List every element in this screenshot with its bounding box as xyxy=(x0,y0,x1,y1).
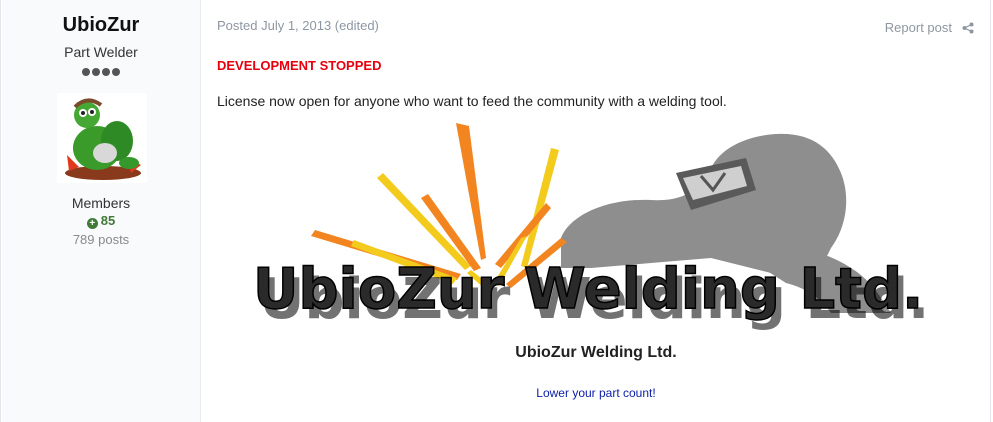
rank-pip xyxy=(92,68,100,76)
author-title: Part Welder xyxy=(64,44,138,60)
post-body: License now open for anyone who want to … xyxy=(217,93,727,109)
author-name[interactable]: UbioZur xyxy=(2,14,200,37)
plus-circle-icon: + xyxy=(86,218,98,229)
reputation-value: 85 xyxy=(100,213,116,228)
caption-link[interactable]: Lower your part count! xyxy=(1,386,993,400)
report-post-link[interactable]: Report post xyxy=(885,20,952,35)
avatar[interactable] xyxy=(57,93,147,183)
author-post-count: 789 posts xyxy=(72,232,130,247)
post-date: Posted July 1, 2013 (edited) xyxy=(217,18,379,33)
post-headline: DEVELOPMENT STOPPED xyxy=(217,58,382,73)
welding-banner-image: UbioZur Welding Ltd. UbioZur Welding Ltd… xyxy=(252,123,929,332)
banner-text: UbioZur Welding Ltd. xyxy=(253,257,923,322)
avatar-image xyxy=(57,93,147,183)
rank-pips xyxy=(82,68,120,76)
rank-pip xyxy=(82,68,90,76)
rank-pip xyxy=(102,68,110,76)
share-icon[interactable] xyxy=(962,22,974,34)
author-reputation[interactable]: +85 xyxy=(2,213,200,229)
caption-title: UbioZur Welding Ltd. xyxy=(515,344,677,361)
forum-post: UbioZur Part Welder Members + 85 789 pos… xyxy=(0,0,991,422)
rank-pip xyxy=(112,68,120,76)
author-group: Members xyxy=(71,195,131,211)
